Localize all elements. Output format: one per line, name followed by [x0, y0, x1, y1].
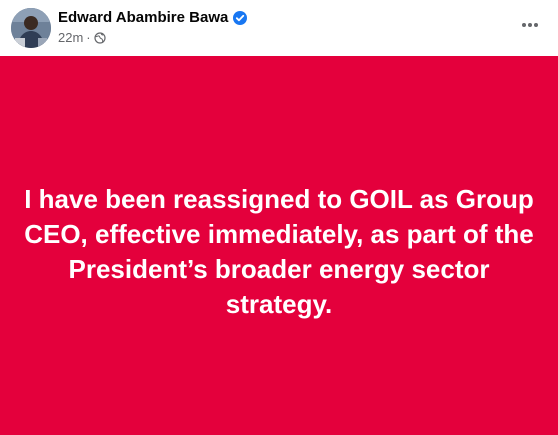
- author-avatar[interactable]: [11, 8, 51, 48]
- ellipsis-icon: [521, 15, 539, 33]
- more-options-button[interactable]: [515, 12, 545, 36]
- facebook-post: Edward Abambire Bawa 22m · I have been r…: [0, 0, 558, 435]
- post-meta: 22m ·: [58, 30, 106, 46]
- author-row: Edward Abambire Bawa: [58, 9, 248, 27]
- meta-separator: ·: [86, 30, 91, 45]
- post-timestamp[interactable]: 22m: [58, 30, 83, 46]
- verified-badge-icon: [233, 11, 248, 25]
- author-name[interactable]: Edward Abambire Bawa: [58, 9, 228, 27]
- post-header: Edward Abambire Bawa 22m ·: [0, 0, 558, 56]
- globe-icon[interactable]: [94, 32, 106, 44]
- post-text: I have been reassigned to GOIL as Group …: [24, 183, 534, 319]
- post-body-background: I have been reassigned to GOIL as Group …: [0, 56, 558, 435]
